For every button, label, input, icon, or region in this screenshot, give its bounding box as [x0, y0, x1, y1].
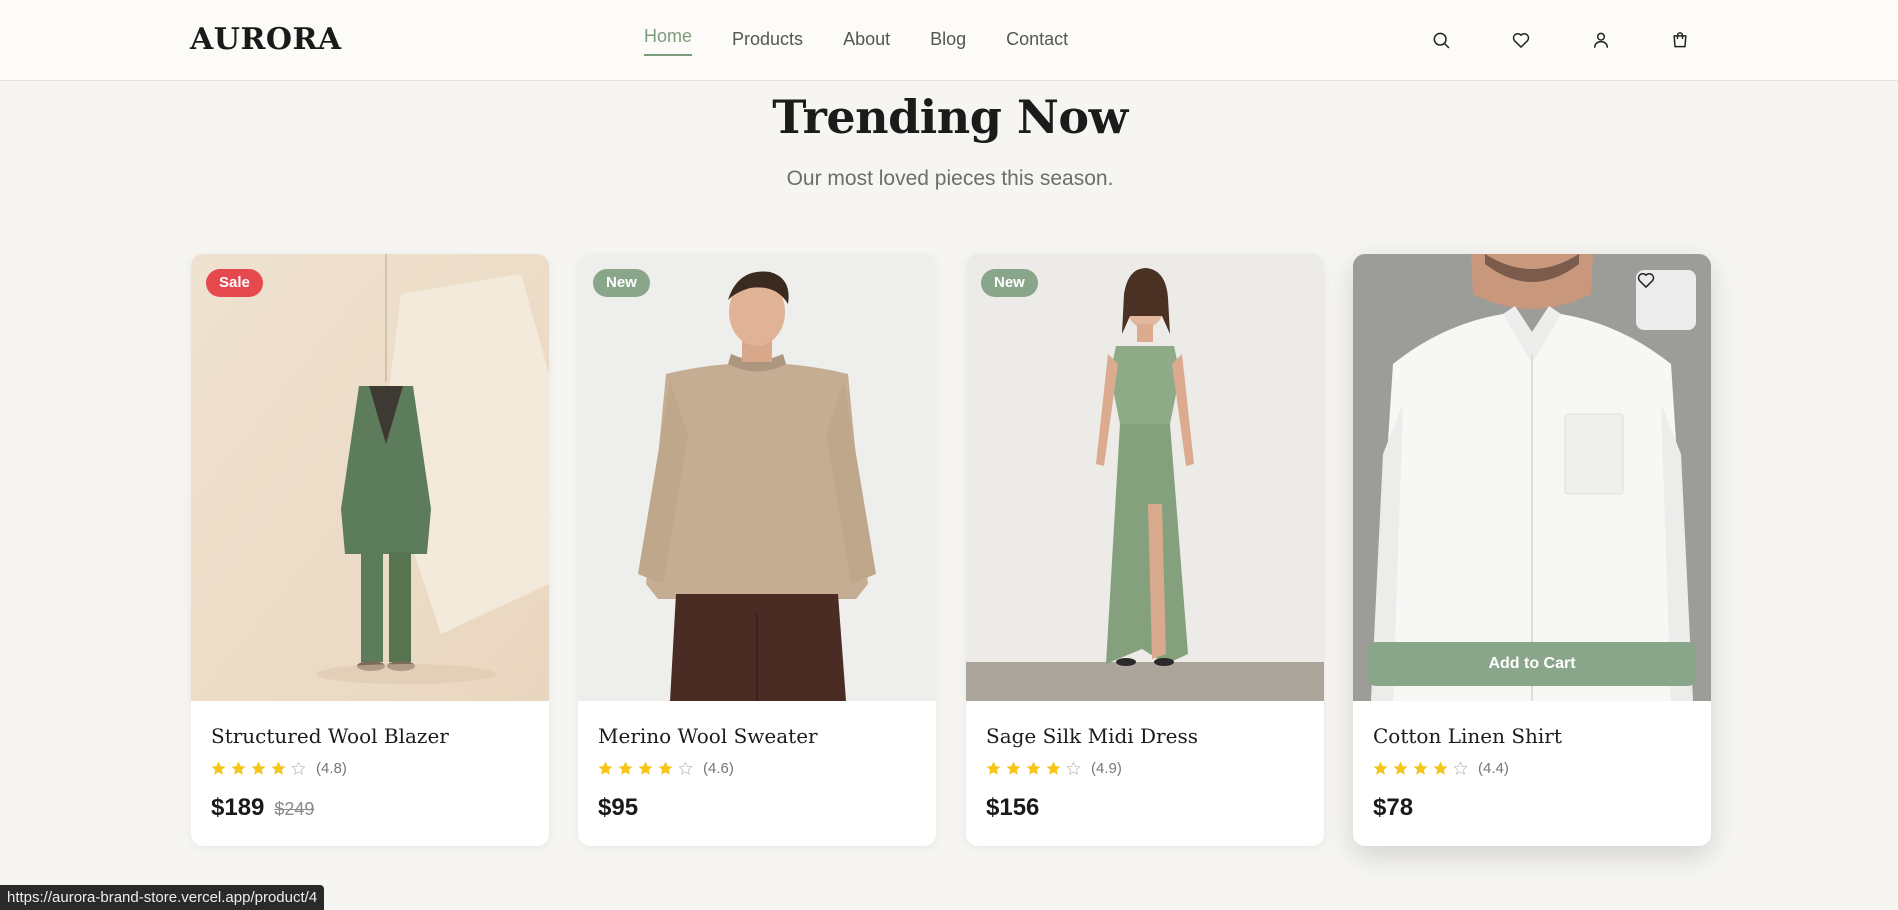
rating-value: (4.9) [1091, 760, 1122, 777]
account-button[interactable] [1587, 26, 1615, 54]
add-to-cart-button[interactable]: Add to Cart [1368, 642, 1696, 686]
rating-value: (4.8) [316, 760, 347, 777]
star-empty-icon [1453, 761, 1468, 775]
star-icon [1006, 761, 1021, 775]
star-icon [231, 761, 246, 775]
nav-blog[interactable]: Blog [930, 28, 966, 56]
star-icon [1433, 761, 1448, 775]
price-row: $189 $249 [211, 794, 314, 822]
star-icon [618, 761, 633, 775]
product-rating: (4.9) [986, 760, 1122, 777]
sale-badge: Sale [206, 269, 263, 297]
search-button[interactable] [1427, 26, 1455, 54]
new-badge: New [981, 269, 1038, 297]
star-icon [986, 761, 1001, 775]
product-name[interactable]: Merino Wool Sweater [598, 724, 818, 748]
product-rating: (4.6) [598, 760, 734, 777]
star-icon [598, 761, 613, 775]
shopping-bag-icon [1673, 32, 1687, 48]
price-row: $95 [598, 794, 638, 822]
status-bar-url: https://aurora-brand-store.vercel.app/pr… [0, 885, 325, 910]
heart-icon [1637, 272, 1655, 288]
product-image[interactable]: New [578, 254, 936, 701]
star-icon [1413, 761, 1428, 775]
original-price: $249 [274, 799, 315, 819]
rating-value: (4.4) [1478, 760, 1509, 777]
nav-home[interactable]: Home [644, 25, 693, 56]
product-card[interactable]: New Sage Silk Midi Dress (4.9) $156 [966, 254, 1324, 846]
cart-button[interactable] [1666, 26, 1694, 54]
star-icon [1026, 761, 1041, 775]
section-subtitle: Our most loved pieces this season. [786, 167, 1114, 190]
price-row: $78 [1373, 794, 1413, 822]
star-icon [1393, 761, 1408, 775]
nav-contact[interactable]: Contact [1006, 28, 1068, 56]
nav-about[interactable]: About [843, 28, 890, 56]
star-empty-icon [291, 761, 306, 775]
product-card[interactable]: Add to Cart Cotton Linen Shirt (4.4) $78 [1353, 254, 1711, 846]
star-icon [658, 761, 673, 775]
product-rating: (4.4) [1373, 760, 1509, 777]
product-card[interactable]: New Merino Wool Sweater (4.6) $95 [578, 254, 936, 846]
main-nav: Home Products About Blog Contact [644, 25, 1108, 56]
wishlist-toggle[interactable] [1636, 270, 1696, 330]
wishlist-button[interactable] [1507, 26, 1535, 54]
rating-value: (4.6) [703, 760, 734, 777]
price-row: $156 [986, 794, 1039, 822]
price: $95 [598, 794, 639, 821]
star-icon [1046, 761, 1061, 775]
star-icon [638, 761, 653, 775]
star-empty-icon [1066, 761, 1081, 775]
star-icon [251, 761, 266, 775]
product-image[interactable]: New [966, 254, 1324, 701]
new-badge: New [593, 269, 650, 297]
star-icon [211, 761, 226, 775]
heart-icon [1512, 32, 1530, 48]
price: $156 [986, 794, 1040, 821]
user-icon [1594, 32, 1608, 48]
product-card[interactable]: Sale Structured Wool Blazer (4.8) $189 $… [191, 254, 549, 846]
brand-logo[interactable]: AURORA [190, 22, 342, 57]
star-icon [1373, 761, 1388, 775]
section-title: Trending Now [772, 90, 1128, 144]
product-image[interactable]: Sale [191, 254, 549, 701]
price: $189 [211, 794, 265, 821]
price: $78 [1373, 794, 1414, 821]
product-name[interactable]: Structured Wool Blazer [211, 724, 449, 748]
nav-products[interactable]: Products [732, 28, 803, 56]
star-icon [271, 761, 286, 775]
product-name[interactable]: Sage Silk Midi Dress [986, 724, 1198, 748]
product-image[interactable]: Add to Cart [1353, 254, 1711, 701]
product-name[interactable]: Cotton Linen Shirt [1373, 724, 1562, 748]
product-rating: (4.8) [211, 760, 347, 777]
site-header: AURORA Home Products About Blog Contact [0, 0, 1898, 81]
search-icon [1433, 32, 1450, 49]
star-empty-icon [678, 761, 693, 775]
